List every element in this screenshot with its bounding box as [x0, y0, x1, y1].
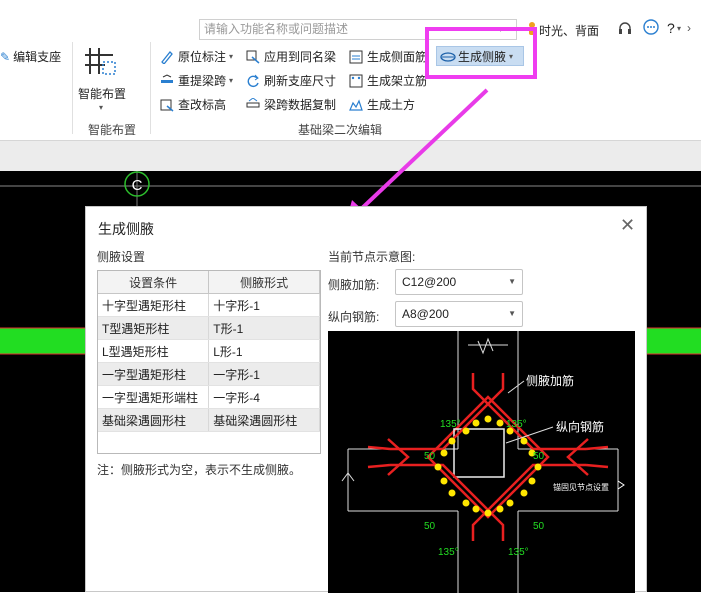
- form-cell[interactable]: 一字形-1: [208, 362, 320, 386]
- beam-outlines: [341, 331, 619, 593]
- rebar-dots: [434, 415, 542, 517]
- condition-cell[interactable]: 一字型遇矩形端柱: [98, 385, 210, 409]
- settings-table[interactable]: 设置条件 侧腋形式 十字型遇矩形柱 十字形-1 T型遇矩形柱 T形-1 L型遇矩…: [97, 270, 321, 454]
- haunch-rebar-value: C12@200: [402, 275, 457, 289]
- long-rebar-select[interactable]: A8@200 ▼: [395, 301, 523, 327]
- long-rebar-value: A8@200: [402, 307, 449, 321]
- form-cell[interactable]: 十字形-1: [208, 293, 320, 317]
- long-rebar-label: 纵向钢筋:: [328, 310, 380, 324]
- dim-label: 50: [424, 451, 436, 462]
- node-diagram: 侧腋加筋 纵向钢筋 135° 135° 135° 135° 50 50 50 5…: [328, 331, 635, 593]
- table-header-row: 设置条件 侧腋形式: [98, 271, 320, 294]
- form-cell[interactable]: T形-1: [208, 316, 320, 340]
- table-row[interactable]: 一字型遇矩形端柱 一字形-4: [98, 385, 320, 409]
- haunch-diamond: [426, 395, 550, 519]
- dim-label: 50: [424, 521, 436, 532]
- dialog-title: 生成侧腋: [98, 221, 154, 237]
- angle-label: 135°: [438, 547, 459, 558]
- chevron-down-icon: ▼: [508, 309, 516, 318]
- table-row[interactable]: L型遇矩形柱 L形-1: [98, 339, 320, 363]
- column-header[interactable]: 设置条件: [98, 271, 210, 294]
- settings-label: 侧腋设置: [97, 250, 146, 264]
- condition-cell[interactable]: L型遇矩形柱: [98, 339, 210, 363]
- close-icon[interactable]: ✕: [620, 215, 635, 236]
- pointer-arrow-line: [356, 88, 489, 214]
- condition-cell[interactable]: 一字型遇矩形柱: [98, 362, 210, 386]
- dim-label: 50: [533, 451, 545, 462]
- table-row[interactable]: 一字型遇矩形柱 一字形-1: [98, 362, 320, 386]
- gen-side-haunch-dialog: 生成侧腋 ✕ 侧腋设置 设置条件 侧腋形式 十字型遇矩形柱 十字形-1 T型遇矩…: [85, 206, 647, 593]
- angle-label: 135°: [440, 419, 461, 430]
- form-cell[interactable]: 一字形-4: [208, 385, 320, 409]
- callout-long: 纵向钢筋: [556, 419, 604, 434]
- column-outline: [453, 428, 505, 478]
- angle-label: 135°: [506, 419, 527, 430]
- anchor-label: 锚固见节点设置: [553, 482, 609, 492]
- diagram-label: 当前节点示意图:: [328, 250, 416, 264]
- callout-haunch: 侧腋加筋: [526, 373, 574, 388]
- condition-cell[interactable]: 十字型遇矩形柱: [98, 293, 210, 317]
- form-cell[interactable]: L形-1: [208, 339, 320, 363]
- condition-cell[interactable]: 基础梁遇圆形柱: [98, 408, 210, 432]
- dim-label: 50: [533, 521, 545, 532]
- haunch-rebar-select[interactable]: C12@200 ▼: [395, 269, 523, 295]
- haunch-rebar-label: 侧腋加筋:: [328, 278, 380, 292]
- chevron-down-icon: ▼: [508, 277, 516, 286]
- anchor-arrow: [617, 480, 625, 490]
- angle-label: 135°: [508, 547, 529, 558]
- form-cell[interactable]: 基础梁遇圆形柱: [208, 408, 320, 432]
- table-row[interactable]: 十字型遇矩形柱 十字形-1: [98, 293, 320, 317]
- callout-line: [507, 380, 525, 394]
- table-row[interactable]: T型遇矩形柱 T形-1: [98, 316, 320, 340]
- table-row[interactable]: 基础梁遇圆形柱 基础梁遇圆形柱: [98, 408, 320, 432]
- note-text: 注：侧腋形式为空，表示不生成侧腋。: [97, 463, 302, 477]
- column-header[interactable]: 侧腋形式: [208, 271, 320, 294]
- condition-cell[interactable]: T型遇矩形柱: [98, 316, 210, 340]
